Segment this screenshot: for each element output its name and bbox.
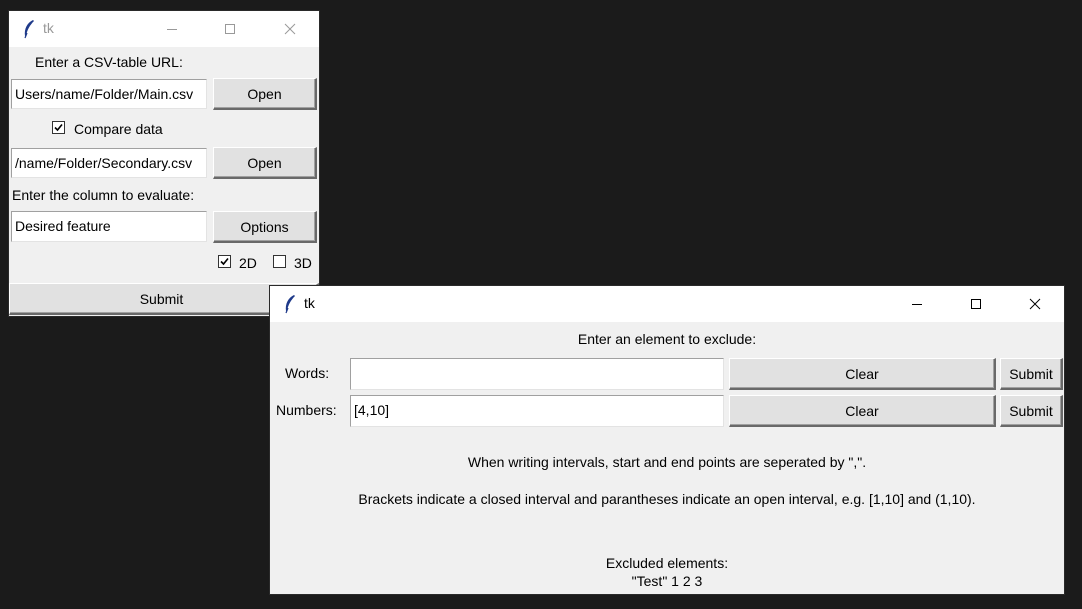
- close-button[interactable]: [1012, 286, 1058, 322]
- minimize-button[interactable]: [149, 11, 195, 47]
- open-secondary-button[interactable]: Open: [213, 147, 317, 179]
- window-title: tk: [43, 20, 54, 36]
- minimize-icon: [912, 304, 922, 305]
- close-icon: [1029, 298, 1041, 310]
- maximize-icon: [225, 24, 235, 34]
- exclude-heading: Enter an element to exclude:: [577, 331, 757, 347]
- check-mark-icon: [54, 123, 63, 132]
- words-input[interactable]: [350, 358, 724, 390]
- title-bar[interactable]: tk: [270, 286, 1064, 322]
- close-button[interactable]: [267, 11, 313, 47]
- label-2d: 2D: [239, 255, 257, 271]
- numbers-label: Numbers:: [276, 402, 337, 418]
- feather-icon: [24, 20, 34, 39]
- submit-words-button[interactable]: Submit: [1000, 358, 1063, 390]
- maximize-icon: [971, 299, 981, 309]
- words-label: Words:: [285, 365, 330, 381]
- main-csv-path-field[interactable]: Users/name/Folder/Main.csv: [11, 79, 207, 109]
- title-bar[interactable]: tk: [9, 11, 319, 47]
- checkbox-3d[interactable]: [273, 255, 286, 268]
- window-title: tk: [304, 295, 315, 311]
- minimize-button[interactable]: [894, 286, 940, 322]
- exclude-elements-window: tk Enter an element to exclude: Words: C…: [269, 285, 1065, 595]
- clear-numbers-button[interactable]: Clear: [729, 395, 996, 427]
- bracket-info-text: Brackets indicate a closed interval and …: [358, 491, 976, 507]
- compare-data-label: Compare data: [74, 121, 163, 137]
- minimize-icon: [167, 29, 177, 30]
- feather-icon: [285, 295, 295, 314]
- numbers-input[interactable]: [4,10]: [350, 395, 724, 427]
- open-main-button[interactable]: Open: [213, 78, 317, 110]
- excluded-list: "Test" 1 2 3: [631, 573, 703, 589]
- secondary-csv-path-field[interactable]: /name/Folder/Secondary.csv: [11, 148, 207, 178]
- maximize-button[interactable]: [953, 286, 999, 322]
- maximize-button[interactable]: [207, 11, 253, 47]
- column-label: Enter the column to evaluate:: [12, 187, 195, 203]
- clear-words-button[interactable]: Clear: [729, 358, 996, 390]
- column-name-field[interactable]: Desired feature: [11, 211, 207, 242]
- url-label: Enter a CSV-table URL:: [35, 54, 183, 70]
- checkbox-2d[interactable]: [218, 255, 231, 268]
- options-button[interactable]: Options: [213, 211, 317, 243]
- close-icon: [284, 23, 296, 35]
- excluded-heading: Excluded elements:: [605, 555, 729, 571]
- submit-numbers-button[interactable]: Submit: [1000, 395, 1063, 427]
- label-3d: 3D: [294, 255, 312, 271]
- csv-loader-window: tk Enter a CSV-table URL: Users/name/Fol…: [8, 10, 320, 317]
- interval-info-text: When writing intervals, start and end po…: [467, 454, 867, 470]
- check-mark-icon: [220, 257, 229, 266]
- compare-data-checkbox[interactable]: [52, 121, 65, 134]
